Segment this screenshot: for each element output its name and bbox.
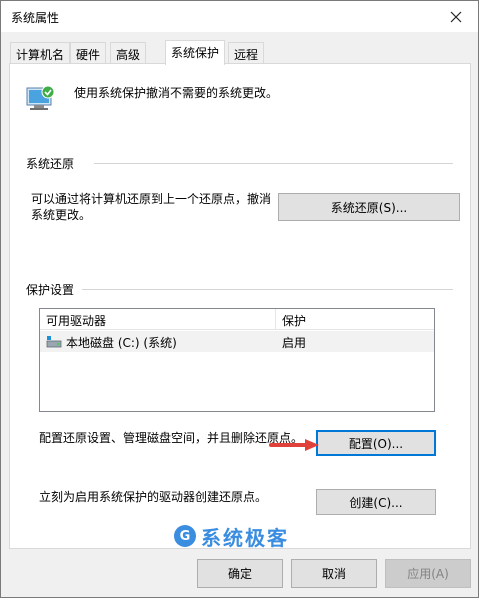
watermark-logo-icon: G [174,525,196,547]
list-header: 可用驱动器 保护 [40,309,434,330]
restore-description-line2: 系统更改。 [31,208,92,222]
drive-protection-status: 启用 [282,336,307,350]
ok-button[interactable]: 确定 [197,559,283,588]
title-bar: 系统属性 [1,1,478,32]
create-description: 立刻为启用系统保护的驱动器创建还原点。 [39,490,268,504]
window-title: 系统属性 [11,11,60,25]
drives-list[interactable]: 可用驱动器 保护 本地磁盘 (C:) (系统) 启用 [39,308,435,412]
tab-advanced[interactable]: 高级 [110,42,147,64]
close-button[interactable] [434,1,478,32]
restore-description-line1: 可以通过将计算机还原到上一个还原点，撤消 [31,192,272,206]
table-row[interactable]: 本地磁盘 (C:) (系统) 启用 [40,331,434,352]
column-header-protection[interactable]: 保护 [282,312,306,329]
intro-text: 使用系统保护撤消不需要的系统更改。 [74,86,279,100]
watermark-text: 系统极客 [201,525,289,550]
tab-remote[interactable]: 远程 [228,42,265,64]
divider [94,163,453,164]
restore-description: 可以通过将计算机还原到上一个还原点，撤消 系统更改。 [31,191,271,223]
tab-hardware[interactable]: 硬件 [70,42,107,64]
apply-button[interactable]: 应用(A) [385,559,471,588]
create-button[interactable]: 创建(C)... [316,489,436,515]
tab-system-protection[interactable]: 系统保护 [165,40,226,65]
divider [82,289,453,290]
system-protection-icon [26,85,55,110]
protection-settings-group-title: 保护设置 [26,281,75,298]
configure-button[interactable]: 配置(O)... [316,430,436,456]
column-separator[interactable] [275,309,276,330]
system-properties-window: 系统属性 计算机名 硬件 高级 系统保护 远程 使用系统保护撤消不需要的系统更改… [0,0,479,598]
system-protection-panel: 使用系统保护撤消不需要的系统更改。 系统还原 可以通过将计算机还原到上一个还原点… [9,63,471,549]
red-arrow-icon [269,439,319,451]
close-icon [450,11,462,22]
system-restore-button[interactable]: 系统还原(S)... [278,193,460,221]
watermark: G 系统极客 [174,522,289,550]
column-header-drives[interactable]: 可用驱动器 [46,312,106,329]
configure-description: 配置还原设置、管理磁盘空间，并且删除还原点。 [39,431,304,445]
cancel-button[interactable]: 取消 [291,559,377,588]
tab-computer-name[interactable]: 计算机名 [10,42,71,64]
drive-icon [46,336,62,348]
system-restore-group-title: 系统还原 [26,155,75,172]
drive-name: 本地磁盘 (C:) (系统) [66,336,177,350]
